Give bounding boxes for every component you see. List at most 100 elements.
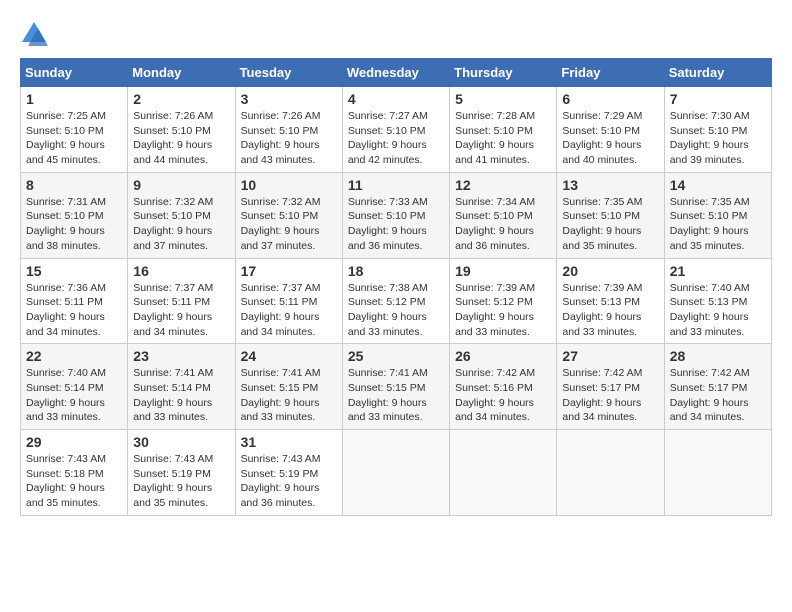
weekday-header-tuesday: Tuesday: [235, 59, 342, 87]
calendar-cell: 1Sunrise: 7:25 AMSunset: 5:10 PMDaylight…: [21, 87, 128, 173]
day-info: Sunrise: 7:38 AMSunset: 5:12 PMDaylight:…: [348, 281, 444, 340]
day-info: Sunrise: 7:37 AMSunset: 5:11 PMDaylight:…: [133, 281, 229, 340]
day-number: 7: [670, 91, 766, 107]
day-info: Sunrise: 7:33 AMSunset: 5:10 PMDaylight:…: [348, 195, 444, 254]
calendar-cell: 24Sunrise: 7:41 AMSunset: 5:15 PMDayligh…: [235, 344, 342, 430]
weekday-header-sunday: Sunday: [21, 59, 128, 87]
day-number: 13: [562, 177, 658, 193]
calendar-cell: [664, 430, 771, 516]
day-info: Sunrise: 7:43 AMSunset: 5:19 PMDaylight:…: [241, 452, 337, 511]
calendar-cell: 15Sunrise: 7:36 AMSunset: 5:11 PMDayligh…: [21, 258, 128, 344]
calendar-table: SundayMondayTuesdayWednesdayThursdayFrid…: [20, 58, 772, 516]
calendar-cell: [450, 430, 557, 516]
day-info: Sunrise: 7:39 AMSunset: 5:12 PMDaylight:…: [455, 281, 551, 340]
day-number: 23: [133, 348, 229, 364]
day-number: 26: [455, 348, 551, 364]
weekday-header-friday: Friday: [557, 59, 664, 87]
weekday-header-saturday: Saturday: [664, 59, 771, 87]
calendar-week-5: 29 Sunrise: 7:43 AMSunset: 5:18 PMDayligh…: [21, 430, 772, 516]
calendar-cell: 3 Sunrise: 7:26 AMSunset: 5:10 PMDaylight…: [235, 87, 342, 173]
day-number: 19: [455, 263, 551, 279]
day-info: Sunrise: 7:36 AMSunset: 5:11 PMDaylight:…: [26, 281, 122, 340]
calendar-cell: 9 Sunrise: 7:32 AMSunset: 5:10 PMDaylight…: [128, 172, 235, 258]
day-info: Sunrise: 7:34 AMSunset: 5:10 PMDaylight:…: [455, 195, 551, 254]
day-number: 6: [562, 91, 658, 107]
day-number: 20: [562, 263, 658, 279]
day-info: Sunrise: 7:35 AMSunset: 5:10 PMDaylight:…: [562, 195, 658, 254]
calendar-cell: 20 Sunrise: 7:39 AMSunset: 5:13 PMDayligh…: [557, 258, 664, 344]
day-info: Sunrise: 7:32 AMSunset: 5:10 PMDaylight:…: [133, 195, 229, 254]
day-info: Sunrise: 7:25 AMSunset: 5:10 PMDaylight:…: [26, 109, 122, 168]
logo-icon: [20, 20, 48, 48]
day-number: 21: [670, 263, 766, 279]
calendar-cell: 28 Sunrise: 7:42 AMSunset: 5:17 PMDayligh…: [664, 344, 771, 430]
day-number: 3: [241, 91, 337, 107]
day-number: 16: [133, 263, 229, 279]
day-info: Sunrise: 7:42 AMSunset: 5:16 PMDaylight:…: [455, 366, 551, 425]
calendar-cell: 25Sunrise: 7:41 AMSunset: 5:15 PMDayligh…: [342, 344, 449, 430]
weekday-header-wednesday: Wednesday: [342, 59, 449, 87]
calendar-cell: 16 Sunrise: 7:37 AMSunset: 5:11 PMDayligh…: [128, 258, 235, 344]
day-info: Sunrise: 7:26 AMSunset: 5:10 PMDaylight:…: [241, 109, 337, 168]
calendar-cell: 8Sunrise: 7:31 AMSunset: 5:10 PMDaylight…: [21, 172, 128, 258]
day-number: 28: [670, 348, 766, 364]
calendar-cell: 4 Sunrise: 7:27 AMSunset: 5:10 PMDaylight…: [342, 87, 449, 173]
day-info: Sunrise: 7:42 AMSunset: 5:17 PMDaylight:…: [670, 366, 766, 425]
calendar-cell: [557, 430, 664, 516]
calendar-cell: 5Sunrise: 7:28 AMSunset: 5:10 PMDaylight…: [450, 87, 557, 173]
calendar-cell: 13 Sunrise: 7:35 AMSunset: 5:10 PMDayligh…: [557, 172, 664, 258]
calendar-week-3: 15Sunrise: 7:36 AMSunset: 5:11 PMDayligh…: [21, 258, 772, 344]
day-info: Sunrise: 7:39 AMSunset: 5:13 PMDaylight:…: [562, 281, 658, 340]
day-info: Sunrise: 7:29 AMSunset: 5:10 PMDaylight:…: [562, 109, 658, 168]
weekday-header-monday: Monday: [128, 59, 235, 87]
weekday-header-thursday: Thursday: [450, 59, 557, 87]
day-info: Sunrise: 7:43 AMSunset: 5:18 PMDaylight:…: [26, 452, 122, 511]
day-info: Sunrise: 7:30 AMSunset: 5:10 PMDaylight:…: [670, 109, 766, 168]
day-number: 10: [241, 177, 337, 193]
day-number: 22: [26, 348, 122, 364]
day-number: 9: [133, 177, 229, 193]
logo: [20, 20, 52, 48]
day-info: Sunrise: 7:27 AMSunset: 5:10 PMDaylight:…: [348, 109, 444, 168]
day-number: 2: [133, 91, 229, 107]
page-header: [20, 20, 772, 48]
day-number: 17: [241, 263, 337, 279]
day-number: 27: [562, 348, 658, 364]
day-number: 14: [670, 177, 766, 193]
calendar-cell: 22 Sunrise: 7:40 AMSunset: 5:14 PMDayligh…: [21, 344, 128, 430]
day-number: 31: [241, 434, 337, 450]
day-info: Sunrise: 7:26 AMSunset: 5:10 PMDaylight:…: [133, 109, 229, 168]
calendar-cell: 23 Sunrise: 7:41 AMSunset: 5:14 PMDayligh…: [128, 344, 235, 430]
calendar-week-2: 8Sunrise: 7:31 AMSunset: 5:10 PMDaylight…: [21, 172, 772, 258]
day-number: 25: [348, 348, 444, 364]
day-info: Sunrise: 7:41 AMSunset: 5:14 PMDaylight:…: [133, 366, 229, 425]
calendar-cell: 10 Sunrise: 7:32 AMSunset: 5:10 PMDayligh…: [235, 172, 342, 258]
calendar-cell: 18 Sunrise: 7:38 AMSunset: 5:12 PMDayligh…: [342, 258, 449, 344]
calendar-cell: 19 Sunrise: 7:39 AMSunset: 5:12 PMDayligh…: [450, 258, 557, 344]
day-number: 29: [26, 434, 122, 450]
day-info: Sunrise: 7:40 AMSunset: 5:14 PMDaylight:…: [26, 366, 122, 425]
calendar-cell: [342, 430, 449, 516]
day-info: Sunrise: 7:32 AMSunset: 5:10 PMDaylight:…: [241, 195, 337, 254]
day-number: 12: [455, 177, 551, 193]
calendar-week-4: 22 Sunrise: 7:40 AMSunset: 5:14 PMDayligh…: [21, 344, 772, 430]
day-number: 8: [26, 177, 122, 193]
calendar-cell: 31 Sunrise: 7:43 AMSunset: 5:19 PMDayligh…: [235, 430, 342, 516]
calendar-cell: 12 Sunrise: 7:34 AMSunset: 5:10 PMDayligh…: [450, 172, 557, 258]
calendar-cell: 29 Sunrise: 7:43 AMSunset: 5:18 PMDayligh…: [21, 430, 128, 516]
calendar-cell: 2 Sunrise: 7:26 AMSunset: 5:10 PMDaylight…: [128, 87, 235, 173]
calendar-cell: 17 Sunrise: 7:37 AMSunset: 5:11 PMDayligh…: [235, 258, 342, 344]
day-info: Sunrise: 7:42 AMSunset: 5:17 PMDaylight:…: [562, 366, 658, 425]
day-info: Sunrise: 7:37 AMSunset: 5:11 PMDaylight:…: [241, 281, 337, 340]
day-info: Sunrise: 7:35 AMSunset: 5:10 PMDaylight:…: [670, 195, 766, 254]
calendar-cell: 26 Sunrise: 7:42 AMSunset: 5:16 PMDayligh…: [450, 344, 557, 430]
day-number: 18: [348, 263, 444, 279]
day-number: 5: [455, 91, 551, 107]
day-info: Sunrise: 7:41 AMSunset: 5:15 PMDaylight:…: [241, 366, 337, 425]
calendar-cell: 21Sunrise: 7:40 AMSunset: 5:13 PMDayligh…: [664, 258, 771, 344]
day-number: 4: [348, 91, 444, 107]
day-number: 11: [348, 177, 444, 193]
calendar-cell: 11 Sunrise: 7:33 AMSunset: 5:10 PMDayligh…: [342, 172, 449, 258]
calendar-week-1: 1Sunrise: 7:25 AMSunset: 5:10 PMDaylight…: [21, 87, 772, 173]
calendar-cell: 30Sunrise: 7:43 AMSunset: 5:19 PMDayligh…: [128, 430, 235, 516]
